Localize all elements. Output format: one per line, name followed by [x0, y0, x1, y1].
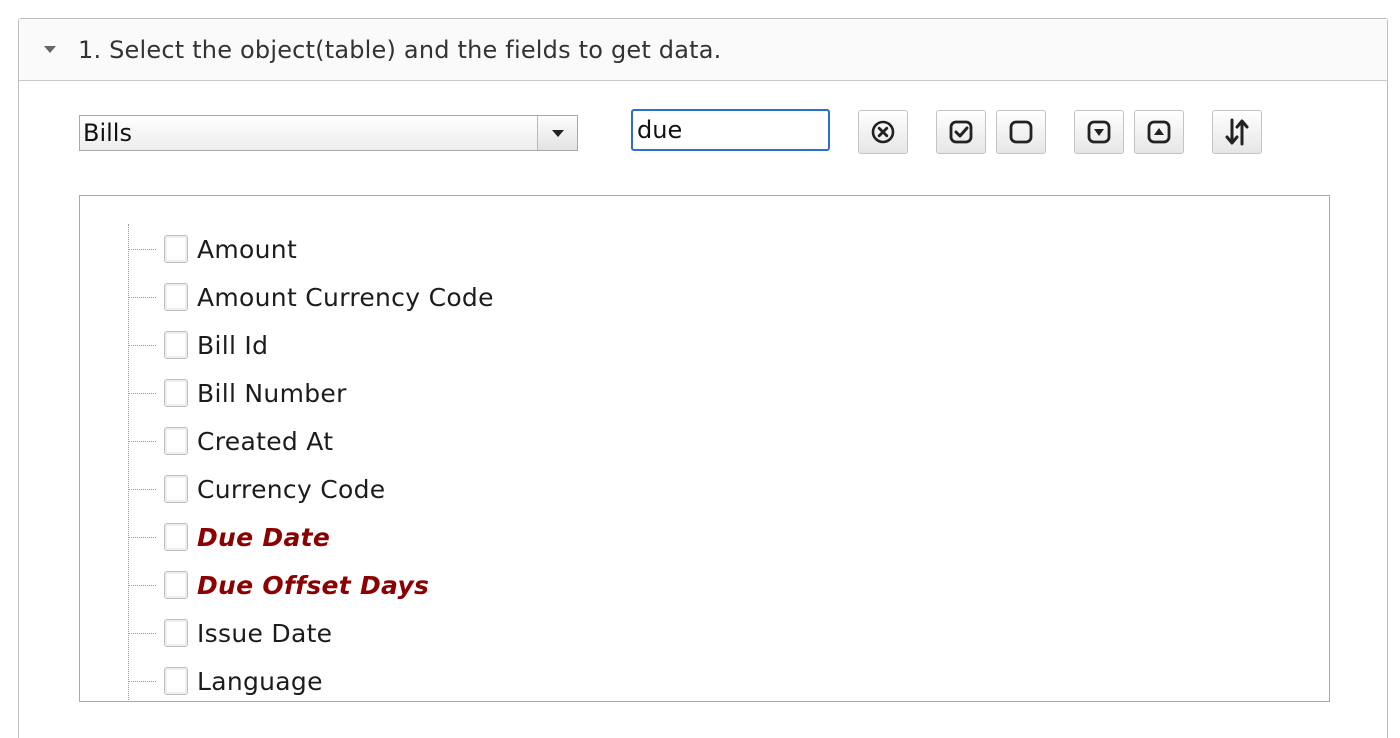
chevron-down-icon: [551, 129, 564, 137]
field-checkbox[interactable]: [164, 571, 188, 599]
field-label: Currency Code: [197, 474, 386, 504]
expand-all-icon: [1087, 120, 1111, 144]
field-label: Language: [197, 666, 323, 696]
clear-filter-button[interactable]: [858, 110, 908, 154]
uncheck-all-icon: [1009, 120, 1033, 144]
tree-item-currency-code[interactable]: Currency Code: [128, 469, 385, 509]
tree-item-due-offset-days[interactable]: Due Offset Days: [128, 565, 429, 605]
field-label: Created At: [197, 426, 334, 456]
field-checkbox[interactable]: [164, 427, 188, 455]
expand-all-button[interactable]: [1074, 110, 1124, 154]
fields-selection-panel: 1. Select the object(table) and the fiel…: [18, 18, 1388, 738]
tree-item-issue-date[interactable]: Issue Date: [128, 613, 332, 653]
tree-item-language[interactable]: Language: [128, 661, 323, 701]
field-label: Bill Id: [197, 330, 269, 360]
field-checkbox[interactable]: [164, 475, 188, 503]
collapse-all-button[interactable]: [1134, 110, 1184, 154]
field-checkbox[interactable]: [164, 379, 188, 407]
field-label-match: Due Date: [197, 522, 331, 552]
field-tree: Amount Amount Currency Code Bill Id Bill…: [79, 195, 1330, 702]
tree-item-amount-currency-code[interactable]: Amount Currency Code: [128, 277, 494, 317]
object-select-value: Bills: [83, 119, 132, 147]
toolbar: Bills: [19, 109, 1387, 159]
field-label: Bill Number: [197, 378, 347, 408]
section-title: 1. Select the object(table) and the fiel…: [78, 35, 722, 64]
field-checkbox[interactable]: [164, 235, 188, 263]
field-checkbox[interactable]: [164, 667, 188, 695]
field-label: Amount Currency Code: [197, 282, 494, 312]
field-checkbox[interactable]: [164, 619, 188, 647]
clear-filter-icon: [871, 120, 895, 144]
sort-icon: [1225, 118, 1249, 146]
tree-item-amount[interactable]: Amount: [128, 229, 297, 269]
field-checkbox[interactable]: [164, 283, 188, 311]
tree-item-bill-id[interactable]: Bill Id: [128, 325, 268, 365]
caret-down-icon[interactable]: [44, 46, 56, 53]
sort-button[interactable]: [1212, 110, 1262, 154]
field-label: Amount: [197, 234, 298, 264]
tree-item-bill-number[interactable]: Bill Number: [128, 373, 347, 413]
select-dropdown-button[interactable]: [537, 116, 577, 150]
check-all-icon: [949, 120, 973, 144]
field-checkbox[interactable]: [164, 331, 188, 359]
uncheck-all-button[interactable]: [996, 110, 1046, 154]
object-select[interactable]: Bills: [79, 115, 578, 151]
tree-item-created-at[interactable]: Created At: [128, 421, 333, 461]
field-filter-input[interactable]: [631, 109, 830, 151]
collapse-all-icon: [1147, 120, 1171, 144]
field-label-match: Due Offset Days: [197, 570, 430, 600]
section-header[interactable]: 1. Select the object(table) and the fiel…: [19, 19, 1387, 81]
tree-item-due-date[interactable]: Due Date: [128, 517, 330, 557]
check-all-button[interactable]: [936, 110, 986, 154]
field-checkbox[interactable]: [164, 523, 188, 551]
field-label: Issue Date: [197, 618, 333, 648]
